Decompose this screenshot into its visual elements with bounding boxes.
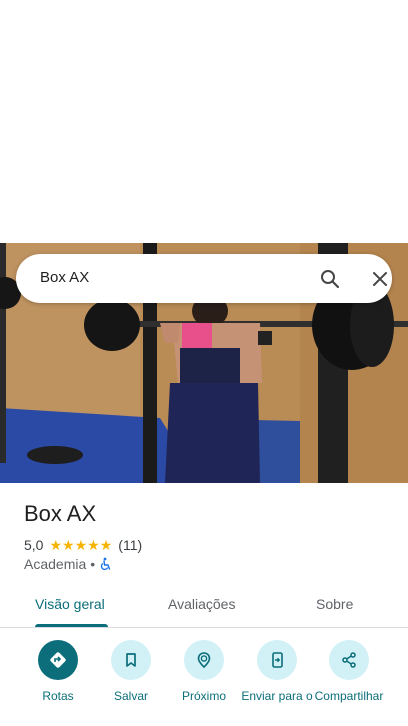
separator: • <box>90 556 96 572</box>
rating-stars: ★ ★ ★ ★ ★ <box>49 538 112 552</box>
bookmark-icon <box>111 640 151 680</box>
close-icon[interactable] <box>368 267 392 291</box>
search-bar[interactable]: Box AX <box>16 254 392 303</box>
send-to-phone-label: Enviar para o <box>241 689 313 703</box>
nearby-icon <box>184 640 224 680</box>
rating-value: 5,0 <box>24 537 44 553</box>
wheelchair-accessible-icon <box>99 557 113 571</box>
nearby-label: Próximo <box>181 689 226 703</box>
share-label: Compartilhar <box>314 689 384 703</box>
share-button[interactable]: Compartilhar <box>309 640 389 704</box>
tab-reviews[interactable]: Avaliações <box>168 596 235 612</box>
tab-bar: Visão geral Avaliações Sobre <box>0 584 408 628</box>
search-icon[interactable] <box>318 267 342 291</box>
category-row: Academia • <box>24 556 113 572</box>
tab-overview[interactable]: Visão geral <box>35 596 105 612</box>
search-input[interactable]: Box AX <box>40 269 89 286</box>
star-icon: ★ <box>99 537 113 553</box>
nearby-button[interactable]: Próximo <box>164 640 244 704</box>
star-icon: ★ <box>49 537 63 553</box>
rating-row[interactable]: 5,0 ★ ★ ★ ★ ★ (11) <box>24 536 142 554</box>
directions-icon <box>38 640 78 680</box>
active-tab-indicator <box>35 624 108 627</box>
star-icon: ★ <box>62 537 75 553</box>
save-button[interactable]: Salvar <box>91 640 171 704</box>
directions-label: Rotas <box>42 689 74 703</box>
share-icon <box>329 640 369 680</box>
send-to-phone-button[interactable]: Enviar para o <box>237 640 317 704</box>
star-icon: ★ <box>74 537 88 553</box>
tab-about[interactable]: Sobre <box>316 596 353 612</box>
save-label: Salvar <box>113 689 148 703</box>
directions-button[interactable]: Rotas <box>18 640 98 704</box>
map-area[interactable] <box>0 0 408 243</box>
star-icon: ★ <box>87 537 100 553</box>
reviews-count: (11) <box>118 537 143 553</box>
place-title: Box AX <box>24 501 97 526</box>
category-label: Academia <box>24 556 87 572</box>
action-bar: Rotas Salvar Próximo Enviar para o Compa… <box>0 640 408 726</box>
send-to-phone-icon <box>257 640 297 680</box>
